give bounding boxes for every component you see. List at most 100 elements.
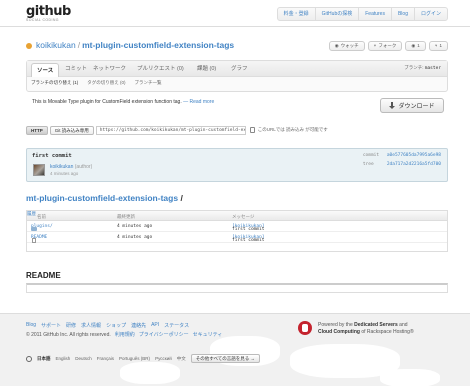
tab-commits[interactable]: コミット <box>65 64 87 72</box>
rackspace-line1-suffix: and <box>399 322 408 328</box>
terms-link[interactable]: 利用規約 <box>115 331 135 338</box>
watchers-count[interactable]: ◉ 1 <box>405 41 426 51</box>
repo-description: This is Movable Type plugin for CustomFi… <box>26 96 448 120</box>
nav-explore[interactable]: GitHubの探検 <box>316 8 360 20</box>
file-tree-table: 名前 最終更新 メッセージ 履歴 plugins/ 4 minutes ago … <box>26 210 448 252</box>
footer-link-blog[interactable]: Blog <box>26 322 36 329</box>
commit-hash-link[interactable]: a0e577605da7995a6e98 <box>387 153 441 158</box>
tree-title-slash: / <box>180 193 183 203</box>
repo-tabs: ソース コミット ネットワーク プルリクエスト (0) 課題 (0) グラフ ブ… <box>27 61 447 77</box>
footer-link-api[interactable]: API <box>151 322 159 329</box>
footer-link-training[interactable]: 研修 <box>66 322 76 329</box>
nav-pricing[interactable]: 料金・登録 <box>278 8 316 20</box>
tab-network[interactable]: ネットワーク <box>93 64 126 72</box>
header-message: メッセージ <box>232 214 255 219</box>
file-tree-header: 名前 最終更新 メッセージ 履歴 <box>27 211 447 221</box>
tree-breadcrumb: mt-plugin-customfield-extension-tags / <box>26 193 183 203</box>
forks-count[interactable]: ⑂ 1 <box>428 41 448 51</box>
fork-icon: ⑂ <box>373 43 377 48</box>
language-portugues[interactable]: Português (BR) <box>119 356 150 361</box>
top-nav: 料金・登録 GitHubの探検 Features Blog ログイン <box>276 7 448 21</box>
commit-message[interactable]: first commit <box>32 153 72 159</box>
tab-graphs[interactable]: グラフ <box>231 64 248 72</box>
description-text: This is Movable Type plugin for CustomFi… <box>32 99 214 105</box>
language-chinese[interactable]: 中文 <box>177 356 186 362</box>
language-english[interactable]: English <box>56 356 71 361</box>
tab-pull-requests[interactable]: プルリクエスト (0) <box>137 64 184 72</box>
nav-blog[interactable]: Blog <box>392 8 415 20</box>
git-readonly-clone-button[interactable]: Git 読み込み専用 <box>49 125 94 135</box>
repo-name-link[interactable]: mt-plugin-customfield-extension-tags <box>82 40 234 50</box>
language-deutsch[interactable]: Deutsch <box>75 356 92 361</box>
commit-author: koikikukan (author) <box>50 164 92 170</box>
branch-value: master <box>424 66 441 71</box>
clone-url-bar: HTTP Git 読み込み専用 https://github.com/koiki… <box>26 124 448 136</box>
branch-list-link[interactable]: ブランチ一覧 <box>135 80 162 86</box>
footer-link-status[interactable]: ステータス <box>164 322 189 329</box>
tree-hash-link[interactable]: 2da717a2d2216a5fd700 <box>387 162 441 167</box>
rackspace-line2-bold: Cloud Computing <box>318 329 360 335</box>
history-link[interactable]: 履歴 <box>27 211 36 216</box>
file-name-cell: plugins/ <box>31 224 53 231</box>
file-message: first commit <box>232 238 265 243</box>
privacy-link[interactable]: プライバシーポリシー <box>139 331 189 338</box>
clipboard-icon[interactable] <box>249 127 255 133</box>
rackspace-line1-prefix: Powered by the <box>318 322 353 328</box>
language-francais[interactable]: Français <box>97 356 114 361</box>
file-age: 4 minutes ago <box>117 224 153 229</box>
commit-author-role: (author) <box>74 164 93 170</box>
download-button[interactable]: ダウンロード <box>380 98 444 113</box>
language-current: 日本語 <box>37 355 51 361</box>
header-name: 名前 <box>37 214 46 219</box>
tree-root-link[interactable]: mt-plugin-customfield-extension-tags <box>26 193 178 203</box>
folder-icon <box>31 227 37 231</box>
commit-author-link[interactable]: koikikukan <box>50 164 73 170</box>
http-clone-button[interactable]: HTTP <box>26 125 48 135</box>
repo-owner-link[interactable]: koikikukan <box>36 40 76 50</box>
nav-login[interactable]: ログイン <box>415 8 447 20</box>
readme-content <box>26 283 448 293</box>
branch-label: ブランチ: <box>404 65 424 70</box>
commit-time: 4 minutes ago <box>50 171 79 176</box>
nav-features[interactable]: Features <box>359 8 392 20</box>
fork-button[interactable]: ⑂ フォーク <box>367 41 403 51</box>
avatar[interactable] <box>33 164 45 176</box>
commit-hash-label: commit <box>362 153 380 158</box>
read-more-link[interactable]: — Read more <box>183 99 214 105</box>
watch-button[interactable]: ◉ ウォッチ <box>328 41 365 51</box>
clone-access-note: このURLでは 読み込み が可能です <box>257 127 328 132</box>
header-age: 最終更新 <box>117 214 135 219</box>
language-russian[interactable]: Русский <box>155 356 172 361</box>
logo-word: github <box>26 4 71 19</box>
fork-label: フォーク <box>378 43 397 48</box>
table-row[interactable]: README 4 minutes ago first commit [koiki… <box>27 232 447 243</box>
footer-link-contact[interactable]: 連絡先 <box>131 322 146 329</box>
language-bar: 日本語 English Deutsch Français Português (… <box>26 354 261 363</box>
repo-title-row: koikikukan / mt-plugin-customfield-extensi… <box>26 40 448 54</box>
description-body: This is Movable Type plugin for CustomFi… <box>32 99 182 105</box>
table-row[interactable]: plugins/ 4 minutes ago first commit [koi… <box>27 221 447 232</box>
forks-count-value: 1 <box>439 43 442 48</box>
more-languages-button[interactable]: その他すべての言語を見る → <box>190 354 261 363</box>
github-logo[interactable]: github SOCIAL CODING <box>26 5 71 22</box>
clone-url-field[interactable]: https://github.com/koikikukan/mt-plugin-… <box>95 125 246 135</box>
file-message-cell: first commit [koikikukan] <box>232 224 265 232</box>
tab-issues[interactable]: 課題 (0) <box>197 64 216 72</box>
tree-hash-label: tree <box>362 162 374 167</box>
file-message-cell: first commit [koikikukan] <box>232 235 265 243</box>
switch-tag-dropdown[interactable]: タグの切り替え (0) <box>87 80 125 86</box>
footer-links: Blog サポート 研修 求人情報 ショップ 連絡先 API ステータス <box>26 322 189 329</box>
tab-source[interactable]: ソース <box>31 63 60 77</box>
forks-icon: ⑂ <box>434 43 438 48</box>
switch-branch-dropdown[interactable]: ブランチの切り替え (1) <box>31 80 78 86</box>
footer-link-jobs[interactable]: 求人情報 <box>81 322 101 329</box>
rackspace-line2-suffix: of Rackspace Hosting® <box>361 329 414 335</box>
footer-link-shop[interactable]: ショップ <box>106 322 126 329</box>
footer-link-support[interactable]: サポート <box>41 322 61 329</box>
branch-indicator[interactable]: ブランチ: master <box>404 65 441 71</box>
eye-icon: ◉ <box>334 43 339 48</box>
security-link[interactable]: セキュリティ <box>193 331 223 338</box>
rackspace-credit[interactable]: Powered by the Dedicated Servers and Clo… <box>298 321 448 341</box>
world-map-decoration <box>120 362 180 384</box>
file-age: 4 minutes ago <box>117 235 153 240</box>
